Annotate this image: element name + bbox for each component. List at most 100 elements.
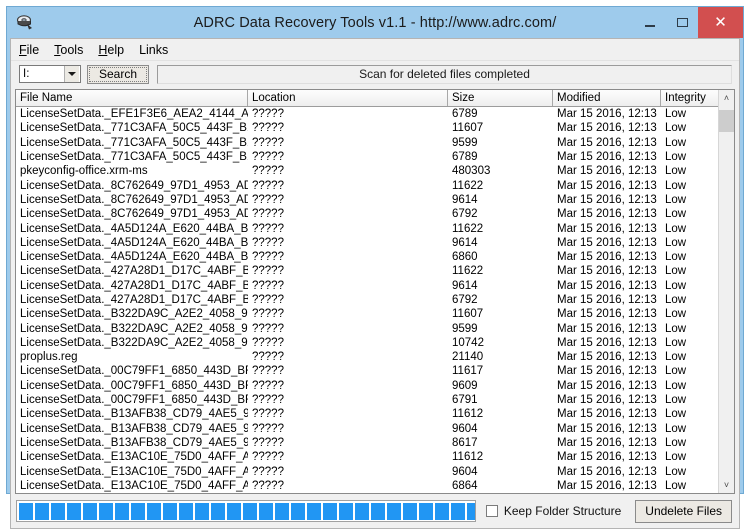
table-row[interactable]: LicenseSetData._B13AFB38_CD79_4AE5_9F7F.… — [16, 436, 718, 450]
cell-file-name: LicenseSetData._B322DA9C_A2E2_4058_9E4E.… — [16, 307, 248, 321]
cell-integrity: Low — [661, 307, 718, 321]
table-row[interactable]: LicenseSetData._4A5D124A_E620_44BA_B6FF.… — [16, 221, 718, 235]
table-row[interactable]: LicenseSetData._427A28D1_D17C_4ABF_B717.… — [16, 279, 718, 293]
keep-folder-structure-checkbox[interactable]: Keep Folder Structure — [486, 504, 621, 518]
cell-location: ????? — [248, 336, 448, 350]
table-row[interactable]: LicenseSetData._427A28D1_D17C_4ABF_B717.… — [16, 293, 718, 307]
maximize-button[interactable] — [666, 7, 698, 38]
column-header-location[interactable]: Location — [248, 90, 448, 106]
cell-location: ????? — [248, 350, 448, 364]
progress-segment — [115, 503, 129, 520]
menu-item-tools[interactable]: Tools — [54, 41, 92, 59]
cell-size: 11622 — [448, 221, 553, 235]
cell-location: ????? — [248, 221, 448, 235]
scrollbar-thumb[interactable] — [719, 110, 734, 132]
progress-segment — [371, 503, 385, 520]
cell-location: ????? — [248, 364, 448, 378]
cell-location: ????? — [248, 393, 448, 407]
cell-integrity: Low — [661, 236, 718, 250]
cell-file-name: LicenseSetData._427A28D1_D17C_4ABF_B717.… — [16, 264, 248, 278]
table-row[interactable]: pkeyconfig-office.xrm-ms?????480303Mar 1… — [16, 164, 718, 178]
scroll-down-arrow-icon[interactable]: ˅ — [719, 477, 734, 493]
cell-size: 11622 — [448, 264, 553, 278]
table-row[interactable]: LicenseSetData._E13AC10E_75D0_4AFF_A0C..… — [16, 464, 718, 478]
cell-file-name: LicenseSetData._4A5D124A_E620_44BA_B6FF.… — [16, 250, 248, 264]
table-row[interactable]: LicenseSetData._427A28D1_D17C_4ABF_B717.… — [16, 264, 718, 278]
cell-integrity: Low — [661, 350, 718, 364]
cell-file-name: pkeyconfig-office.xrm-ms — [16, 164, 248, 178]
cell-location: ????? — [248, 436, 448, 450]
column-header-modified[interactable]: Modified — [553, 90, 661, 106]
table-row[interactable]: LicenseSetData._8C762649_97D1_4953_AD27.… — [16, 207, 718, 221]
progress-segment — [211, 503, 225, 520]
minimize-button[interactable] — [634, 7, 666, 38]
cell-file-name: LicenseSetData._8C762649_97D1_4953_AD27.… — [16, 193, 248, 207]
progress-segment — [323, 503, 337, 520]
cell-location: ????? — [248, 279, 448, 293]
table-row[interactable]: LicenseSetData._EFE1F3E6_AEA2_4144_A208.… — [16, 107, 718, 121]
table-row[interactable]: LicenseSetData._4A5D124A_E620_44BA_B6FF.… — [16, 250, 718, 264]
cell-modified: Mar 15 2016, 12:13 — [553, 207, 661, 221]
cell-file-name: LicenseSetData._B13AFB38_CD79_4AE5_9F7F.… — [16, 436, 248, 450]
menu-item-file[interactable]: File — [19, 41, 48, 59]
menu-item-links[interactable]: Links — [139, 41, 177, 59]
table-row[interactable]: LicenseSetData._B322DA9C_A2E2_4058_9E4E.… — [16, 336, 718, 350]
cell-location: ????? — [248, 293, 448, 307]
search-button[interactable]: Search — [87, 65, 149, 84]
undelete-files-button[interactable]: Undelete Files — [635, 500, 732, 523]
cell-location: ????? — [248, 450, 448, 464]
progress-segment — [259, 503, 273, 520]
table-row[interactable]: LicenseSetData._E13AC10E_75D0_4AFF_A0C..… — [16, 450, 718, 464]
table-row[interactable]: LicenseSetData._8C762649_97D1_4953_AD27.… — [16, 178, 718, 192]
chevron-down-icon[interactable] — [64, 66, 79, 82]
cell-size: 8617 — [448, 436, 553, 450]
vertical-scrollbar[interactable]: ˄ ˅ — [718, 90, 734, 493]
scroll-up-arrow-icon[interactable]: ˄ — [719, 90, 734, 106]
cell-file-name: LicenseSetData._B322DA9C_A2E2_4058_9E4E.… — [16, 336, 248, 350]
table-row[interactable]: LicenseSetData._771C3AFA_50C5_443F_B151.… — [16, 150, 718, 164]
cell-modified: Mar 15 2016, 12:13 — [553, 293, 661, 307]
progress-segment — [51, 503, 65, 520]
scrollbar-track[interactable] — [719, 106, 734, 477]
table-row[interactable]: LicenseSetData._00C79FF1_6850_443D_BF61.… — [16, 393, 718, 407]
table-row[interactable]: LicenseSetData._B13AFB38_CD79_4AE5_9F7F.… — [16, 407, 718, 421]
table-row[interactable]: LicenseSetData._8C762649_97D1_4953_AD27.… — [16, 193, 718, 207]
cell-modified: Mar 15 2016, 12:13 — [553, 336, 661, 350]
status-bar: Scan for deleted files completed — [157, 65, 732, 84]
table-row[interactable]: LicenseSetData._4A5D124A_E620_44BA_B6FF.… — [16, 236, 718, 250]
cell-size: 9604 — [448, 464, 553, 478]
progress-segment — [131, 503, 145, 520]
column-header-integrity[interactable]: Integrity — [661, 90, 718, 106]
table-row[interactable]: LicenseSetData._771C3AFA_50C5_443F_B151.… — [16, 121, 718, 135]
cell-size: 9614 — [448, 279, 553, 293]
cell-location: ????? — [248, 464, 448, 478]
table-row[interactable]: LicenseSetData._E13AC10E_75D0_4AFF_A0C..… — [16, 479, 718, 493]
column-header-size[interactable]: Size — [448, 90, 553, 106]
progress-segment — [147, 503, 161, 520]
title-bar[interactable]: ADRC Data Recovery Tools v1.1 - http://w… — [7, 7, 743, 38]
table-row[interactable]: LicenseSetData._00C79FF1_6850_443D_BF61.… — [16, 379, 718, 393]
table-row[interactable]: LicenseSetData._B322DA9C_A2E2_4058_9E4E.… — [16, 307, 718, 321]
cell-integrity: Low — [661, 336, 718, 350]
cell-size: 480303 — [448, 164, 553, 178]
table-body: LicenseSetData._EFE1F3E6_AEA2_4144_A208.… — [16, 107, 718, 493]
column-header-file-name[interactable]: File Name — [16, 90, 248, 106]
table-row[interactable]: proplus.reg?????21140Mar 15 2016, 12:13L… — [16, 350, 718, 364]
cell-modified: Mar 15 2016, 12:13 — [553, 150, 661, 164]
cell-file-name: proplus.reg — [16, 350, 248, 364]
cell-location: ????? — [248, 264, 448, 278]
menu-item-help[interactable]: Help — [98, 41, 133, 59]
cell-integrity: Low — [661, 107, 718, 121]
close-button[interactable]: ✕ — [698, 7, 743, 38]
checkbox-box-icon[interactable] — [486, 505, 498, 517]
table-row[interactable]: LicenseSetData._00C79FF1_6850_443D_BF61.… — [16, 364, 718, 378]
progress-segment — [419, 503, 433, 520]
drive-select[interactable]: I: — [19, 65, 81, 83]
cell-file-name: LicenseSetData._00C79FF1_6850_443D_BF61.… — [16, 393, 248, 407]
table-row[interactable]: LicenseSetData._B13AFB38_CD79_4AE5_9F7F.… — [16, 422, 718, 436]
cell-integrity: Low — [661, 450, 718, 464]
table-row[interactable]: LicenseSetData._B322DA9C_A2E2_4058_9E4E.… — [16, 321, 718, 335]
table-row[interactable]: LicenseSetData._771C3AFA_50C5_443F_B151.… — [16, 136, 718, 150]
cell-size: 11607 — [448, 121, 553, 135]
cell-modified: Mar 15 2016, 12:13 — [553, 279, 661, 293]
